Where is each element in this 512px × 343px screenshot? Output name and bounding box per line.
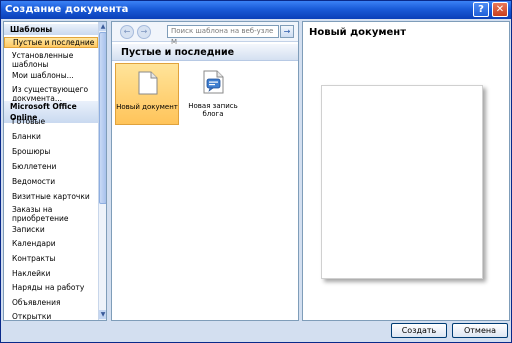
blog-post-icon [203,70,224,94]
document-preview [321,85,483,279]
category-contracts[interactable]: Контракты [4,254,98,263]
category-my-templates[interactable]: Мои шаблоны... [4,71,98,80]
forward-button[interactable]: → [137,25,151,39]
category-purchase-orders[interactable]: Заказы на приобретение [4,205,98,223]
preview-title: Новый документ [309,27,407,38]
templates-category-panel: Шаблоны Пустые и последние Установленные… [3,21,107,321]
category-statements[interactable]: Ведомости [4,177,98,186]
section-header-templates: Шаблоны [4,24,98,35]
category-memos[interactable]: Записки [4,225,98,234]
category-ready[interactable]: Готовые [4,117,98,126]
category-announcements[interactable]: Объявления [4,298,98,307]
back-button[interactable]: ← [120,25,134,39]
template-toolbar: ← → Поиск шаблона на веб-узле M → [112,22,298,46]
template-tile-new-blog-post[interactable]: Новая запись блога [182,63,246,125]
scroll-thumb[interactable] [99,32,106,204]
help-button[interactable]: ? [473,2,489,17]
blank-document-icon [138,71,158,95]
cancel-button[interactable]: Отмена [452,323,508,338]
category-business-cards[interactable]: Визитные карточки [4,192,98,201]
section-title: Пустые и последние [112,44,298,61]
template-tile-new-document[interactable]: Новый документ [115,63,179,125]
category-labels[interactable]: Наклейки [4,269,98,278]
create-button[interactable]: Создать [391,323,447,338]
category-calendars[interactable]: Календари [4,239,98,248]
template-label: Новая запись блога [188,102,238,118]
close-button[interactable]: ✕ [492,2,508,17]
title-bar[interactable]: Создание документа ? ✕ [1,1,511,19]
window-title: Создание документа [5,4,129,15]
category-brochures[interactable]: Брошюры [4,147,98,156]
category-installed-templates[interactable]: Установленные шаблоны [4,51,98,69]
search-go-button[interactable]: → [280,25,294,38]
category-newsletters[interactable]: Бюллетени [4,162,98,171]
category-postcards[interactable]: Открытки [4,312,98,320]
scroll-up-icon[interactable]: ▲ [99,22,106,31]
category-work-orders[interactable]: Наряды на работу [4,283,98,292]
dialog-window: Создание документа ? ✕ Шаблоны Пустые и … [0,0,512,343]
scroll-down-icon[interactable]: ▼ [99,310,106,319]
left-scrollbar[interactable]: ▲ ▼ [98,22,106,320]
category-blank-recent[interactable]: Пустые и последние [4,37,98,48]
template-label: Новый документ [116,103,178,111]
category-forms[interactable]: Бланки [4,132,98,141]
preview-panel: Новый документ [302,21,510,321]
template-search-input[interactable]: Поиск шаблона на веб-узле M [167,25,279,46]
templates-panel: ← → Поиск шаблона на веб-узле M → Пустые… [111,21,299,321]
